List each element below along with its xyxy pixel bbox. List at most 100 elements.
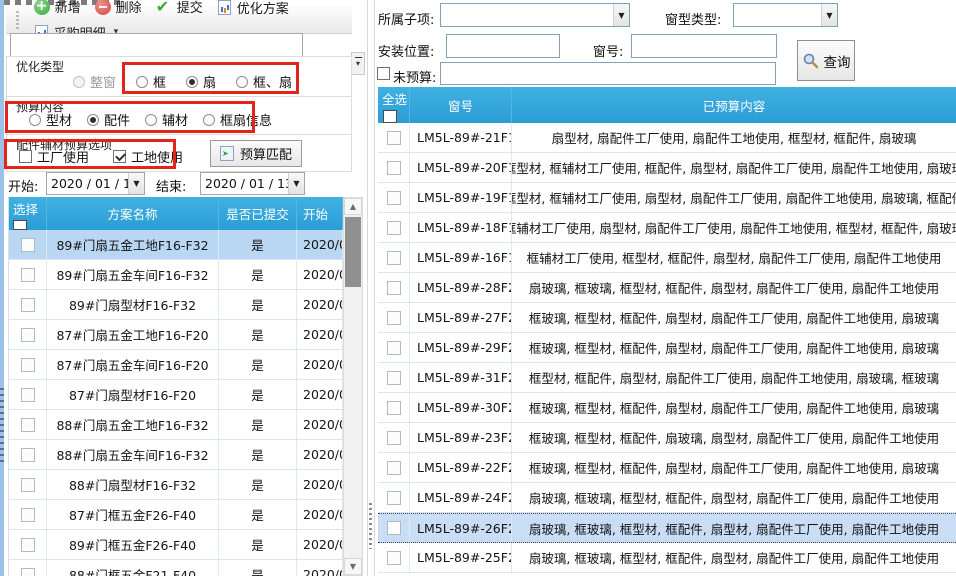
select-all-checkbox[interactable]	[383, 110, 397, 123]
window-row[interactable]: LM5L-89#-31F29 框型材, 框配件, 扇型材, 扇配件工厂使用, 扇…	[378, 363, 956, 393]
budget-content-radio[interactable]: 配件	[87, 110, 130, 129]
chevron-down-icon[interactable]: ▼	[288, 173, 304, 194]
row-checkbox[interactable]	[387, 431, 401, 445]
window-row[interactable]: LM5L-89#-26F24 扇玻璃, 框玻璃, 框型材, 框配件, 扇型材, …	[378, 513, 956, 543]
row-checkbox[interactable]	[21, 358, 35, 372]
plan-row[interactable]: 89#门框五金F26-F40 是 2020/0	[9, 530, 343, 560]
row-checkbox[interactable]	[387, 281, 401, 295]
plan-header-name[interactable]: 方案名称	[47, 197, 219, 230]
plan-row[interactable]: 87#门扇型材F16-F20 是 2020/0	[9, 380, 343, 410]
toolbar-button[interactable]: 删除	[88, 0, 149, 19]
window-row[interactable]: LM5L-89#-16F15 框辅材工厂使用, 框型材, 框配件, 扇型材, 扇…	[378, 243, 956, 273]
plan-row[interactable]: 88#门框五金F21-F40 是 2020/0	[9, 560, 343, 576]
plan-row[interactable]: 89#门扇五金工地F16-F32 是 2020/0	[9, 230, 343, 260]
toolbar-button[interactable]: 提交	[149, 0, 210, 19]
window-row[interactable]: LM5L-89#-20F18 框型材, 框辅材工厂使用, 框配件, 扇型材, 扇…	[378, 153, 956, 183]
window-row[interactable]: LM5L-89#-21F19 扇型材, 扇配件工厂使用, 扇配件工地使用, 框型…	[378, 123, 956, 153]
window-type-select[interactable]: ▼	[733, 3, 838, 27]
scroll-up-icon[interactable]: ▲	[344, 198, 362, 215]
opt-type-radio[interactable]: 框、扇	[236, 72, 292, 91]
row-checkbox[interactable]	[387, 341, 401, 355]
row-checkbox[interactable]	[387, 491, 401, 505]
row-checkbox[interactable]	[21, 268, 35, 282]
plan-table-scrollbar[interactable]: ▲ ▼	[343, 197, 363, 576]
plan-row[interactable]: 89#门扇型材F16-F32 是 2020/0	[9, 290, 343, 320]
row-checkbox[interactable]	[21, 298, 35, 312]
chevron-down-icon[interactable]: ▼	[613, 4, 629, 26]
query-button[interactable]: 查询	[797, 40, 855, 81]
window-row[interactable]: LM5L-89#-28F26 扇玻璃, 框玻璃, 框型材, 框配件, 扇型材, …	[378, 273, 956, 303]
window-row[interactable]: LM5L-89#-30F28 框玻璃, 框型材, 框配件, 扇型材, 扇配件工厂…	[378, 393, 956, 423]
row-checkbox[interactable]	[21, 418, 35, 432]
window-row[interactable]: LM5L-89#-18F16 框辅材工厂使用, 扇型材, 扇配件工厂使用, 扇配…	[378, 213, 956, 243]
row-checkbox[interactable]	[21, 568, 35, 576]
scroll-down-icon[interactable]: ▼	[344, 558, 362, 575]
window-row[interactable]: LM5L-89#-22F20 框玻璃, 框型材, 框配件, 扇型材, 扇配件工厂…	[378, 453, 956, 483]
row-checkbox[interactable]	[387, 551, 401, 565]
row-checkbox[interactable]	[21, 538, 35, 552]
sub-item-select[interactable]: ▼	[440, 3, 630, 27]
window-row[interactable]: LM5L-89#-23F21 框玻璃, 框型材, 框配件, 扇玻璃, 扇型材, …	[378, 423, 956, 453]
window-row[interactable]: LM5L-89#-29F27 框玻璃, 框型材, 框配件, 扇型材, 扇配件工厂…	[378, 333, 956, 363]
row-checkbox[interactable]	[21, 388, 35, 402]
opt-type-radio[interactable]: 扇	[186, 72, 216, 91]
row-checkbox[interactable]	[387, 221, 401, 235]
toolbar-grip[interactable]	[16, 11, 19, 29]
row-checkbox[interactable]	[387, 371, 401, 385]
budget-content-radio[interactable]: 辅材	[145, 110, 188, 129]
budget-match-button[interactable]: 预算匹配	[210, 140, 302, 167]
plan-header-submitted[interactable]: 是否已提交	[219, 197, 297, 230]
row-checkbox[interactable]	[387, 521, 401, 535]
left-splitter-grip[interactable]	[0, 388, 4, 466]
chevron-down-icon[interactable]: ▼	[128, 173, 144, 194]
row-checkbox[interactable]	[21, 508, 35, 522]
row-checkbox[interactable]	[21, 478, 35, 492]
scrollbar-thumb[interactable]	[345, 217, 361, 287]
panel-splitter-grip[interactable]	[369, 503, 372, 549]
window-row[interactable]: LM5L-89#-27F25 框玻璃, 框型材, 框配件, 扇型材, 扇配件工厂…	[378, 303, 956, 333]
unbudgeted-checkbox[interactable]	[377, 67, 390, 80]
row-checkbox[interactable]	[21, 448, 35, 462]
plan-row[interactable]: 87#门扇五金工地F16-F20 是 2020/0	[9, 320, 343, 350]
window-row[interactable]: LM5L-89#-25F23 扇玻璃, 框玻璃, 框型材, 框配件, 扇型材, …	[378, 543, 956, 573]
row-checkbox[interactable]	[387, 191, 401, 205]
opt-type-group: 优化类型 整窗 框 扇 框、扇	[6, 56, 352, 97]
start-date-picker[interactable]: 2020 / 01 / 1 ▼	[46, 172, 145, 195]
opt-type-radio[interactable]: 框	[136, 72, 166, 91]
row-checkbox[interactable]	[387, 401, 401, 415]
row-checkbox[interactable]	[21, 328, 35, 342]
toolbar-overflow-button[interactable]	[351, 52, 365, 75]
opt-type-radio[interactable]: 整窗	[73, 72, 116, 91]
plan-row[interactable]: 88#门扇五金工地F16-F32 是 2020/0	[9, 410, 343, 440]
row-checkbox[interactable]	[387, 131, 401, 145]
window-no-input[interactable]	[631, 34, 777, 58]
end-date-picker[interactable]: 2020 / 01 / 13 ▼	[200, 172, 305, 195]
row-checkbox[interactable]	[387, 461, 401, 475]
window-row[interactable]: LM5L-89#-24F22 扇玻璃, 框玻璃, 框型材, 框配件, 扇型材, …	[378, 483, 956, 513]
unbudgeted-input[interactable]	[440, 62, 776, 85]
usage-checkbox[interactable]: 工厂使用	[19, 147, 89, 166]
toolbar-button[interactable]: 优化方案	[210, 0, 296, 20]
plan-row[interactable]: 88#门扇型材F16-F32 是 2020/0	[9, 470, 343, 500]
plan-row[interactable]: 89#门扇五金车间F16-F32 是 2020/0	[9, 260, 343, 290]
plan-row[interactable]: 88#门扇五金车间F16-F32 是 2020/0	[9, 440, 343, 470]
budget-content-radio[interactable]: 型材	[29, 110, 72, 129]
row-checkbox[interactable]	[387, 251, 401, 265]
plan-filter-input[interactable]	[10, 33, 303, 57]
row-checkbox[interactable]	[387, 161, 401, 175]
plan-name-cell: 89#门扇五金车间F16-F32	[47, 260, 219, 289]
plan-row[interactable]: 87#门扇五金车间F16-F20 是 2020/0	[9, 350, 343, 380]
select-all-checkbox[interactable]	[13, 220, 27, 230]
plan-row[interactable]: 87#门框五金F26-F40 是 2020/0	[9, 500, 343, 530]
window-header-content[interactable]: 已预算内容	[512, 87, 956, 123]
plan-header-start[interactable]: 开始	[297, 197, 343, 230]
usage-checkbox[interactable]: 工地使用	[113, 147, 183, 166]
toolbar-button[interactable]: 新增	[27, 0, 88, 19]
window-header-no[interactable]: 窗号	[410, 87, 512, 123]
row-checkbox[interactable]	[21, 238, 35, 252]
install-pos-input[interactable]	[446, 34, 560, 58]
window-row[interactable]: LM5L-89#-19F17 框型材, 框辅材工厂使用, 扇型材, 扇配件工厂使…	[378, 183, 956, 213]
budget-content-radio[interactable]: 框扇信息	[203, 110, 272, 129]
row-checkbox[interactable]	[387, 311, 401, 325]
chevron-down-icon[interactable]: ▼	[821, 4, 837, 26]
